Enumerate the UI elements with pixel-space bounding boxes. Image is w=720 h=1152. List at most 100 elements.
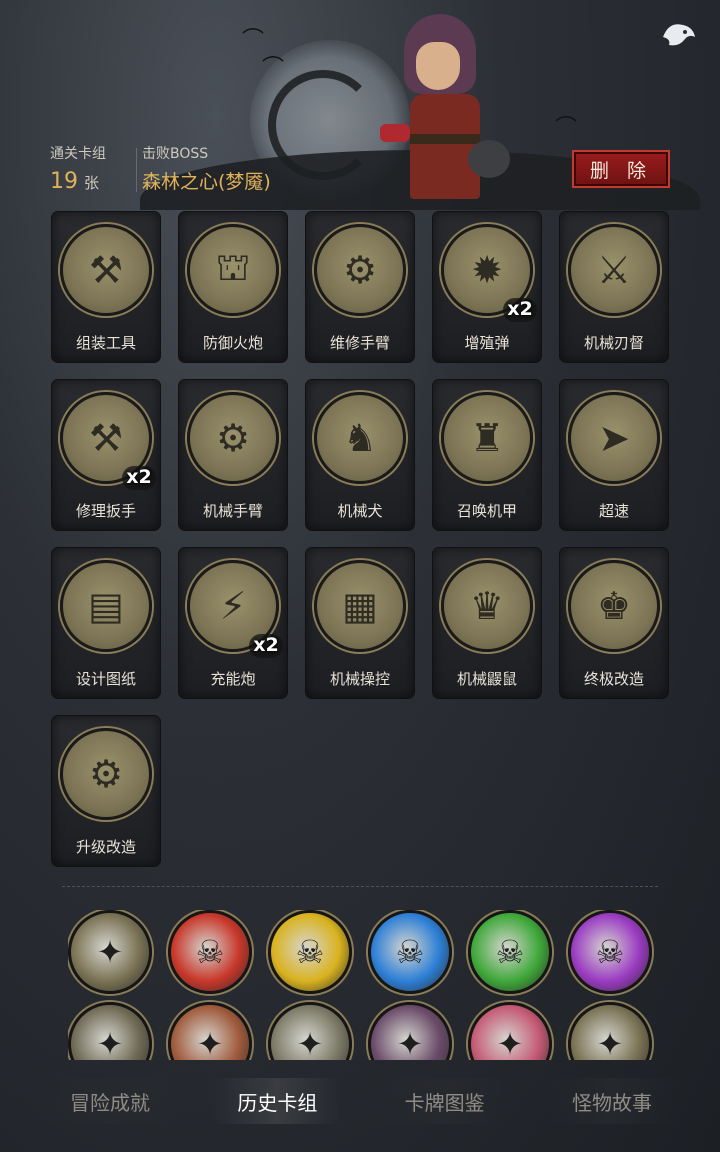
soldiers-relic[interactable]: ✦ [268, 1002, 352, 1060]
card-item[interactable]: ♛ 机械鼹鼠 [433, 548, 541, 698]
section-divider [62, 886, 658, 887]
card-label: 超速 [598, 502, 629, 520]
blue-skull-relic[interactable]: ☠ [368, 910, 452, 994]
bloody-hands-relic[interactable]: ✦ [168, 1002, 252, 1060]
gear-relic-icon: ✦ [96, 1025, 124, 1060]
robot-arms-icon: ⚙ [215, 416, 251, 460]
mech-dog-icon: ♞ [342, 416, 378, 460]
card-item[interactable]: ⚙ 机械手臂 [179, 380, 287, 530]
card-item[interactable]: ▤ 设计图纸 [52, 548, 160, 698]
yellow-skull-relic[interactable]: ☠ [268, 910, 352, 994]
card-art: ♞ [314, 392, 406, 484]
card-art: ⚔ [568, 224, 660, 316]
card-art: ♜ [441, 392, 533, 484]
delete-button[interactable]: 删 除 [572, 150, 670, 188]
ultimate-mech-icon: ♚ [596, 584, 632, 628]
tools-icon: ⚒ [88, 248, 124, 292]
tab-item[interactable]: 卡牌图鉴 [380, 1078, 509, 1124]
pink-creature-relic-icon: ✦ [496, 1025, 524, 1060]
card-label: 防御火炮 [202, 334, 263, 352]
speed-icon: ➤ [598, 416, 630, 460]
pink-creature-relic[interactable]: ✦ [468, 1002, 552, 1060]
hero-portrait [380, 14, 510, 199]
card-label: 修理扳手 [75, 502, 136, 520]
red-skull-relic-icon: ☠ [195, 933, 225, 971]
upgrade-icon: ⚙ [88, 752, 124, 796]
card-grid: ⚒ 组装工具 ⛫ 防御火炮 ⚙ 维修手臂 ✹ x2 增殖弹 ⚔ 机械刃督 ⚒ x2 修理扳手 ⚙ 机械手臂 ♞ 机… [52, 212, 668, 866]
card-label: 组装工具 [75, 334, 136, 352]
boss-name: 森林之心(梦魇) [142, 171, 271, 193]
green-skull-relic[interactable]: ☠ [468, 910, 552, 994]
card-item[interactable]: ⚡ x2 充能炮 [179, 548, 287, 698]
card-item[interactable]: ⚒ 组装工具 [52, 212, 160, 362]
cleared-deck-label: 通关卡组 [50, 146, 106, 162]
cannon-icon: ⛫ [215, 245, 251, 289]
relic-list: ✦ ☠ ☠ ☠ ☠ ☠ ✦ ✦ ✦ ✦ ✦ ✦ [68, 910, 668, 1060]
card-item[interactable]: ⚔ 机械刃督 [560, 212, 668, 362]
card-item[interactable]: ⚙ 维修手臂 [306, 212, 414, 362]
card-label: 升级改造 [75, 838, 136, 856]
card-label: 机械刃督 [583, 334, 644, 352]
gear-relic[interactable]: ✦ [68, 1002, 152, 1060]
card-art: ⚒ [60, 224, 152, 316]
bottom-tabs: 冒险成就 历史卡组 卡牌图鉴 怪物故事 [46, 1078, 676, 1124]
card-label: 增殖弹 [464, 334, 510, 352]
bat-icon: ⌒ [555, 116, 578, 141]
card-label: 机械手臂 [202, 502, 263, 520]
tab-item[interactable]: 怪物故事 [547, 1078, 676, 1124]
mech-arm-icon: ⚙ [342, 248, 378, 292]
cleared-deck-stat: 通关卡组 19 张 [50, 143, 106, 194]
blade-icon: ⚔ [596, 248, 632, 292]
blue-skull-relic-icon: ☠ [395, 933, 425, 971]
bomb-icon: ✹ [471, 248, 503, 292]
card-item[interactable]: ➤ 超速 [560, 380, 668, 530]
card-item[interactable]: ♚ 终极改造 [560, 548, 668, 698]
card-item[interactable]: ✹ x2 增殖弹 [433, 212, 541, 362]
card-count-unit: 张 [84, 174, 100, 192]
vampire-relic-icon: ✦ [396, 1025, 424, 1060]
card-art: ⚙ [60, 728, 152, 820]
ghost-wing-icon [663, 24, 695, 46]
red-skull-relic[interactable]: ☠ [168, 910, 252, 994]
sword-relic[interactable]: ✦ [568, 1002, 652, 1060]
bloody-hands-relic-icon: ✦ [196, 1025, 224, 1060]
card-label: 维修手臂 [329, 334, 390, 352]
card-count-badge: x2 [249, 634, 283, 658]
card-count-badge: x2 [503, 298, 537, 322]
purple-skull-relic[interactable]: ☠ [568, 910, 652, 994]
card-item[interactable]: ♜ 召唤机甲 [433, 380, 541, 530]
torch-relic[interactable]: ✦ [68, 910, 152, 994]
mech-suit-icon: ♜ [469, 416, 505, 460]
card-item[interactable]: ⚙ 升级改造 [52, 716, 160, 866]
card-art: ♛ [441, 560, 533, 652]
tab-item[interactable]: 冒险成就 [46, 1078, 174, 1124]
card-item[interactable]: ▦ 机械操控 [306, 548, 414, 698]
card-art: ⛫ [187, 224, 279, 316]
soldiers-relic-icon: ✦ [296, 1025, 324, 1060]
card-art: ♚ [568, 560, 660, 652]
tab-item[interactable]: 历史卡组 [213, 1078, 342, 1124]
card-art: ▤ [60, 560, 152, 652]
card-count-value: 19 [50, 169, 78, 194]
charge-cannon-icon: ⚡ [219, 584, 247, 628]
boss-info: 击败BOSS 森林之心(梦魇) [142, 143, 271, 194]
card-item[interactable]: ⛫ 防御火炮 [179, 212, 287, 362]
green-skull-relic-icon: ☠ [495, 933, 525, 971]
card-label: 机械犬 [337, 502, 383, 520]
vampire-relic[interactable]: ✦ [368, 1002, 452, 1060]
yellow-skull-relic-icon: ☠ [295, 933, 325, 971]
purple-skull-relic-icon: ☠ [595, 933, 625, 971]
card-art: ⚙ [314, 224, 406, 316]
control-panel-icon: ▦ [342, 584, 378, 628]
ghost-wing-button[interactable] [656, 14, 702, 54]
card-count-badge: x2 [122, 466, 156, 490]
card-item[interactable]: ♞ 机械犬 [306, 380, 414, 530]
card-art: ▦ [314, 560, 406, 652]
sword-relic-icon: ✦ [596, 1025, 624, 1060]
wrench-icon: ⚒ [88, 416, 124, 460]
card-item[interactable]: ⚒ x2 修理扳手 [52, 380, 160, 530]
card-label: 充能炮 [210, 670, 256, 688]
torch-relic-icon: ✦ [96, 933, 124, 971]
blueprint-icon: ▤ [88, 584, 124, 628]
mech-mole-icon: ♛ [469, 584, 505, 628]
